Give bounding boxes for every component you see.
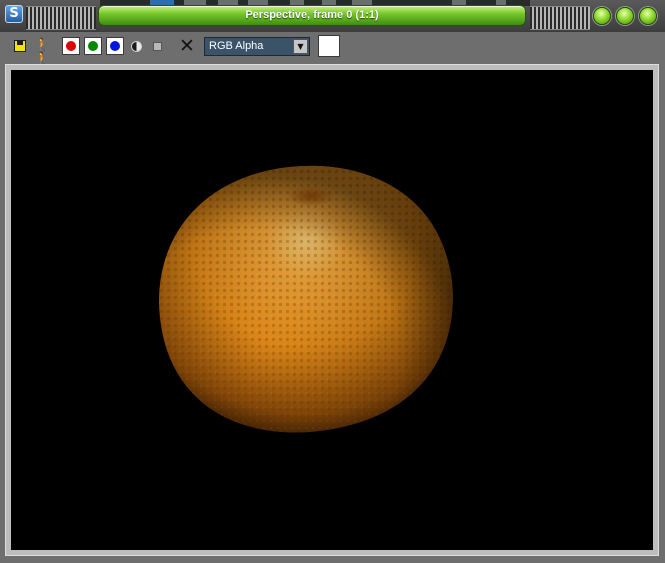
save-image-icon[interactable] [14, 40, 26, 52]
title-grip-left [26, 6, 96, 30]
maximize-button[interactable] [616, 7, 634, 25]
close-cross-icon[interactable]: ✕ [178, 37, 196, 56]
channel-display-select[interactable]: RGB Alpha ▼ [204, 37, 310, 56]
title-bar[interactable]: S Perspective, frame 0 (1:1) [0, 0, 665, 32]
blue-channel-dot [110, 41, 120, 51]
red-channel-button[interactable] [62, 37, 80, 55]
clear-icon[interactable] [153, 42, 162, 51]
clone-window-icon[interactable]: 🚶🚶 [34, 39, 52, 67]
render-viewport[interactable] [11, 70, 653, 550]
monochrome-icon[interactable] [131, 41, 142, 52]
close-button[interactable] [639, 7, 657, 25]
minimize-button[interactable] [593, 7, 611, 25]
window-title: Perspective, frame 0 (1:1) [245, 9, 379, 21]
orange-render [159, 165, 453, 433]
red-channel-dot [66, 41, 76, 51]
blue-channel-button[interactable] [106, 37, 124, 55]
app-logo-icon[interactable]: S [5, 5, 23, 23]
green-channel-button[interactable] [84, 37, 102, 55]
title-pill: Perspective, frame 0 (1:1) [98, 5, 526, 26]
green-channel-dot [88, 41, 98, 51]
channel-display-value: RGB Alpha [209, 40, 264, 52]
frame-toolbar: 🚶🚶 ✕ RGB Alpha ▼ [0, 32, 665, 67]
chevron-down-icon[interactable]: ▼ [293, 39, 308, 54]
color-swatch[interactable] [318, 35, 340, 57]
title-grip-right [530, 6, 590, 30]
